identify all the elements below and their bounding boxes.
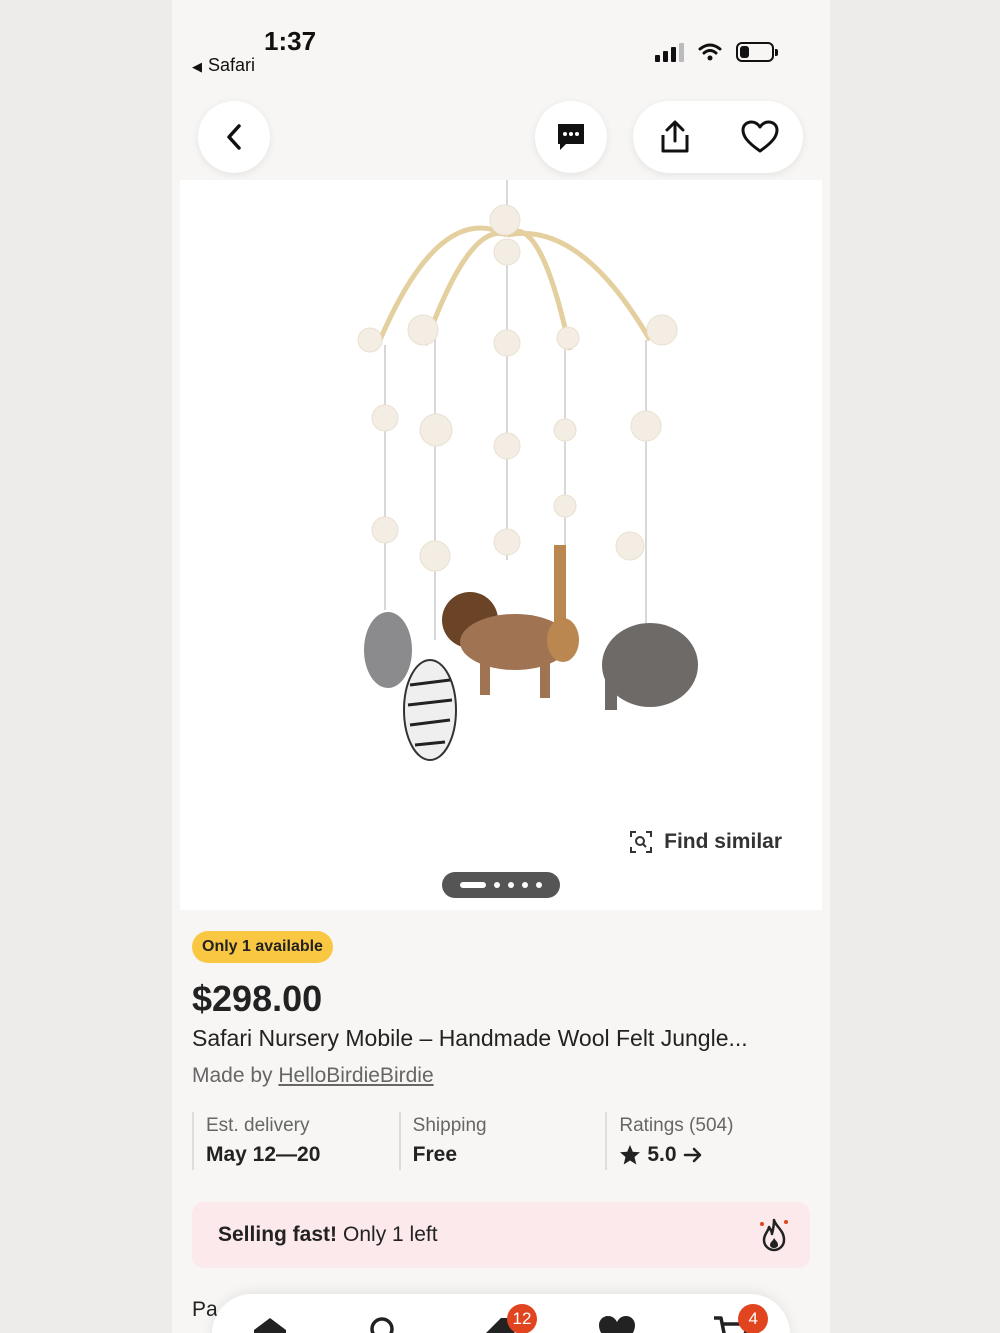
pagination-dot — [536, 882, 542, 888]
delivery-value: May 12—20 — [206, 1143, 321, 1166]
availability-badge: Only 1 available — [192, 931, 333, 963]
made-by-line: Made by HelloBirdieBirdie — [192, 1064, 434, 1088]
tab-cart[interactable]: 4 — [712, 1304, 769, 1333]
ratings-stat[interactable]: Ratings (504) 5.0 — [605, 1112, 812, 1170]
back-button[interactable] — [198, 101, 270, 173]
selling-fast-banner: Selling fast! Only 1 left — [192, 1202, 810, 1268]
tab-home[interactable] — [250, 1312, 290, 1333]
visual-search-icon — [630, 831, 653, 853]
ratings-label: Ratings (504) — [619, 1115, 734, 1136]
made-by-prefix: Made by — [192, 1064, 279, 1087]
find-similar-label: Find similar — [664, 830, 782, 853]
ratings-value: 5.0 — [647, 1143, 677, 1166]
selling-fast-text: Only 1 left — [343, 1223, 438, 1246]
star-icon — [620, 1145, 641, 1165]
message-seller-button[interactable] — [535, 101, 607, 173]
cellular-signal-icon — [655, 42, 684, 62]
tab-deals[interactable]: 12 — [481, 1304, 537, 1333]
chevron-left-icon — [227, 124, 241, 150]
status-icons — [655, 42, 778, 62]
product-price: $298.00 — [192, 978, 323, 1019]
tab-favorites[interactable] — [597, 1312, 637, 1333]
bottom-tab-bar: 12 4 — [212, 1294, 790, 1333]
share-favorite-group — [633, 101, 803, 173]
product-image-carousel[interactable]: Find similar — [180, 180, 822, 910]
fire-icon — [760, 1218, 788, 1252]
product-photo — [357, 180, 698, 761]
search-icon — [370, 1317, 395, 1333]
shipping-label: Shipping — [412, 1115, 487, 1136]
pagination-dot — [494, 882, 500, 888]
back-triangle-icon: ◀ — [192, 59, 202, 74]
back-app-label: Safari — [208, 55, 256, 75]
heart-icon[interactable] — [741, 120, 779, 154]
heart-filled-icon — [598, 1316, 635, 1333]
tab-search[interactable] — [365, 1312, 405, 1333]
product-stats: Est. delivery May 12—20 Shipping Free Ra… — [192, 1112, 812, 1170]
shipping-value: Free — [412, 1143, 458, 1166]
phone-screen: 1:37 ◀ Safari Find similar Only 1 availa… — [172, 0, 830, 1333]
ratings-value-row[interactable]: 5.0 — [619, 1140, 812, 1170]
pagination-dot — [522, 882, 528, 888]
pagination-dot — [508, 882, 514, 888]
chat-bubble-icon — [558, 124, 584, 150]
deals-count-badge: 12 — [506, 1304, 537, 1333]
status-time: 1:37 — [264, 26, 317, 56]
find-similar-button[interactable]: Find similar — [630, 830, 782, 854]
shipping-stat: Shipping Free — [398, 1112, 606, 1170]
arrow-right-icon — [683, 1147, 701, 1163]
pagination-dot-active — [460, 882, 486, 888]
cart-count-badge: 4 — [738, 1304, 769, 1333]
home-icon — [253, 1318, 286, 1333]
carousel-pagination[interactable] — [442, 872, 560, 898]
battery-icon — [736, 42, 778, 62]
selling-fast-strong: Selling fast! — [218, 1223, 338, 1246]
delivery-label: Est. delivery — [206, 1115, 310, 1136]
delivery-stat: Est. delivery May 12—20 — [192, 1112, 399, 1170]
shop-link[interactable]: HelloBirdieBirdie — [278, 1064, 433, 1087]
back-to-safari[interactable]: ◀ Safari — [192, 55, 255, 76]
product-title[interactable]: Safari Nursery Mobile – Handmade Wool Fe… — [192, 1025, 748, 1052]
share-icon[interactable] — [657, 119, 693, 155]
wifi-icon — [698, 43, 722, 61]
